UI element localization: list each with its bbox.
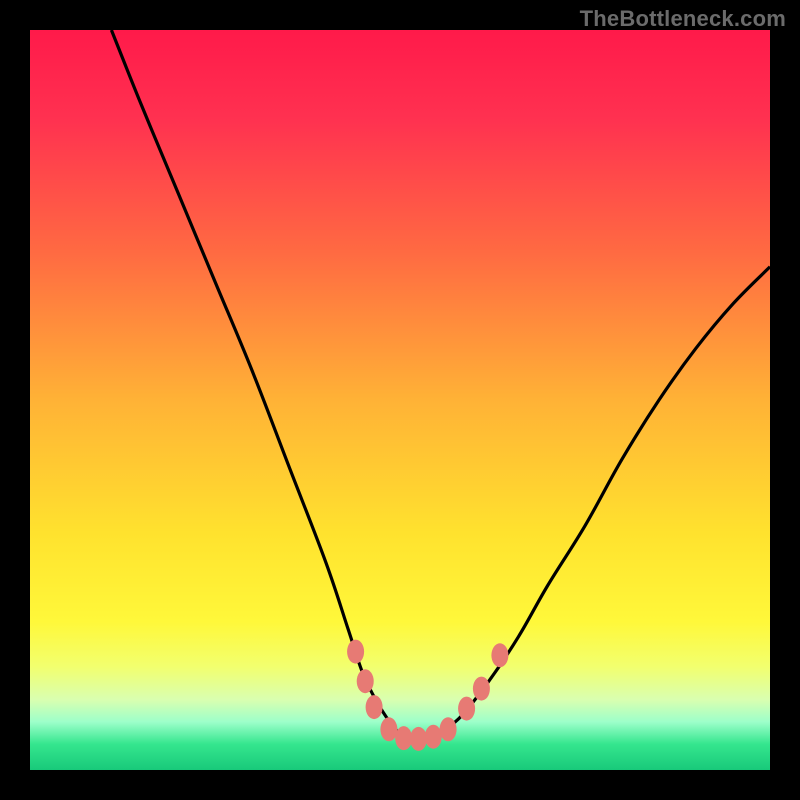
curve-layer xyxy=(30,30,770,770)
chart-frame: TheBottleneck.com xyxy=(0,0,800,800)
highlight-dots xyxy=(347,640,508,751)
highlight-dot xyxy=(380,717,397,741)
bottleneck-curve xyxy=(111,30,770,742)
highlight-dot xyxy=(357,669,374,693)
highlight-dot xyxy=(347,640,364,664)
highlight-dot xyxy=(395,726,412,750)
highlight-dot xyxy=(410,727,427,751)
plot-area xyxy=(30,30,770,770)
highlight-dot xyxy=(491,643,508,667)
watermark-text: TheBottleneck.com xyxy=(580,6,786,32)
highlight-dot xyxy=(366,695,383,719)
highlight-dot xyxy=(425,725,442,749)
highlight-dot xyxy=(473,677,490,701)
highlight-dot xyxy=(440,717,457,741)
highlight-dot xyxy=(458,697,475,721)
